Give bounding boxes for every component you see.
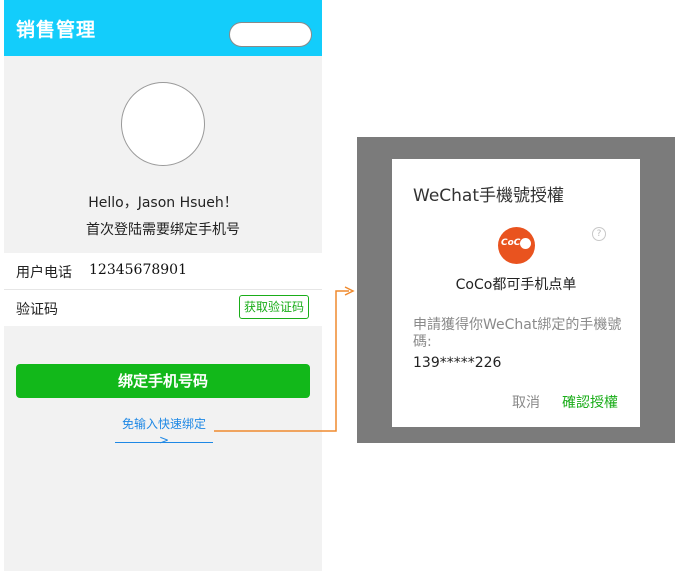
masked-phone-number: 139*****226 [413, 355, 502, 371]
app-name: CoCo都可手机点单 [455, 277, 577, 293]
logo-face-icon [520, 238, 531, 249]
wechat-auth-dialog: WeChat手機號授權 CoCo ? CoCo都可手机点单 申請獲得你WeCha… [392, 159, 640, 427]
cancel-button[interactable]: 取消 [512, 392, 540, 412]
help-icon[interactable]: ? [592, 227, 606, 241]
coco-logo-icon: CoCo [498, 227, 535, 264]
connector-line [214, 290, 349, 432]
permission-request-text: 申請獲得你WeChat綁定的手機號碼: [413, 317, 622, 350]
confirm-authorize-button[interactable]: 確認授權 [562, 392, 618, 412]
dialog-title: WeChat手機號授權 [413, 186, 564, 206]
